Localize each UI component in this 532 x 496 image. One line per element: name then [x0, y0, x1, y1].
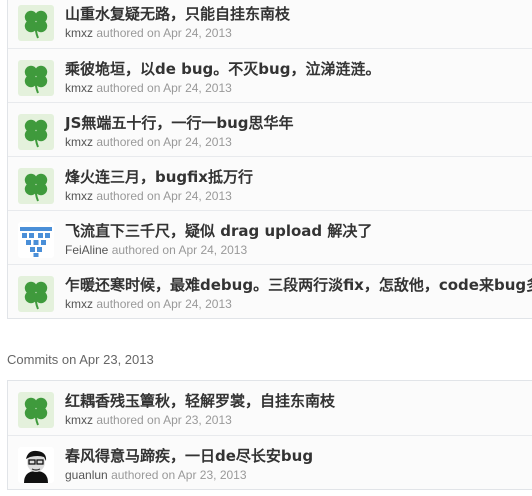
commits-date-heading: Commits on Apr 23, 2013 — [7, 352, 154, 367]
commit-meta: kmxz authored on Apr 24, 2013 — [65, 26, 232, 40]
commit-verb: authored on — [96, 135, 161, 149]
commit-author-link[interactable]: kmxz — [65, 26, 93, 40]
commit-row[interactable]: 烽火连三月，bugfix抵万行 kmxz authored on Apr 24, … — [8, 156, 532, 210]
commit-row[interactable]: JS無端五十行，一行一bug思华年 kmxz authored on Apr 24… — [8, 102, 532, 156]
clover-avatar[interactable] — [18, 392, 54, 428]
commit-row[interactable]: 乍暖还寒时候，最难debug。三段两行淡fix，怎敌他，code来bug多！ km… — [8, 264, 532, 318]
commit-message-link[interactable]: 乘彼垝垣，以de bug。不灭bug，泣涕涟涟。 — [65, 58, 380, 79]
identicon-avatar[interactable] — [18, 222, 54, 258]
clover-avatar[interactable] — [18, 168, 54, 204]
commit-author-link[interactable]: guanlun — [65, 468, 108, 482]
commit-verb: authored on — [96, 413, 161, 427]
commit-message-link[interactable]: 春风得意马蹄疾，一日de尽长安bug — [65, 445, 313, 466]
commit-meta: kmxz authored on Apr 24, 2013 — [65, 297, 232, 311]
commit-date: Apr 24, 2013 — [163, 26, 232, 40]
clover-avatar[interactable] — [18, 60, 54, 96]
commit-author-link[interactable]: kmxz — [65, 81, 93, 95]
commit-row[interactable]: 飞流直下三千尺，疑似 drag upload 解决了 FeiAline autho… — [8, 210, 532, 264]
heading-date: Apr 23, 2013 — [79, 352, 154, 367]
commit-row[interactable]: 红耦香残玉簟秋，轻解罗裳，自挂东南枝 kmxz authored on Apr 2… — [8, 381, 532, 435]
commit-meta: kmxz authored on Apr 23, 2013 — [65, 413, 232, 427]
commit-verb: authored on — [96, 297, 161, 311]
commit-author-link[interactable]: kmxz — [65, 189, 93, 203]
commit-row[interactable]: 山重水复疑无路，只能自挂东南枝 kmxz authored on Apr 24, … — [8, 0, 532, 48]
commit-verb: authored on — [111, 468, 176, 482]
commit-message-link[interactable]: JS無端五十行，一行一bug思华年 — [65, 112, 294, 133]
commit-author-link[interactable]: kmxz — [65, 135, 93, 149]
commit-verb: authored on — [96, 81, 161, 95]
commit-date: Apr 23, 2013 — [177, 468, 247, 482]
commit-message-link[interactable]: 山重水复疑无路，只能自挂东南枝 — [65, 3, 290, 24]
commit-date: Apr 24, 2013 — [163, 135, 232, 149]
commit-meta: guanlun authored on Apr 23, 2013 — [65, 468, 247, 482]
commit-verb: authored on — [96, 189, 161, 203]
commit-message-link[interactable]: 飞流直下三千尺，疑似 drag upload 解决了 — [65, 220, 372, 241]
commit-meta: FeiAline authored on Apr 24, 2013 — [65, 243, 247, 257]
commit-date: Apr 24, 2013 — [178, 243, 248, 257]
clover-avatar[interactable] — [18, 5, 54, 41]
commit-author-link[interactable]: FeiAline — [65, 243, 108, 257]
commit-group-apr-24: 山重水复疑无路，只能自挂东南枝 kmxz authored on Apr 24, … — [7, 0, 532, 319]
commit-date: Apr 23, 2013 — [163, 413, 232, 427]
clover-avatar[interactable] — [18, 276, 54, 312]
commit-date: Apr 24, 2013 — [163, 297, 232, 311]
commit-meta: kmxz authored on Apr 24, 2013 — [65, 189, 232, 203]
commit-group-apr-23: 红耦香残玉簟秋，轻解罗裳，自挂东南枝 kmxz authored on Apr 2… — [7, 380, 532, 490]
heading-prefix: Commits on — [7, 352, 77, 367]
commit-verb: authored on — [111, 243, 176, 257]
commit-message-link[interactable]: 烽火连三月，bugfix抵万行 — [65, 166, 253, 187]
commit-date: Apr 24, 2013 — [163, 81, 232, 95]
commit-verb: authored on — [96, 26, 161, 40]
commit-row[interactable]: 春风得意马蹄疾，一日de尽长安bug guanlun authored on Ap… — [8, 435, 532, 489]
commit-author-link[interactable]: kmxz — [65, 297, 93, 311]
commit-meta: kmxz authored on Apr 24, 2013 — [65, 81, 232, 95]
photo-avatar[interactable] — [18, 447, 54, 483]
commit-date: Apr 24, 2013 — [163, 189, 232, 203]
commit-author-link[interactable]: kmxz — [65, 413, 93, 427]
commit-message-link[interactable]: 乍暖还寒时候，最难debug。三段两行淡fix，怎敌他，code来bug多！ — [65, 274, 532, 295]
commit-message-link[interactable]: 红耦香残玉簟秋，轻解罗裳，自挂东南枝 — [65, 390, 335, 411]
commit-row[interactable]: 乘彼垝垣，以de bug。不灭bug，泣涕涟涟。 kmxz authored on… — [8, 48, 532, 102]
clover-avatar[interactable] — [18, 114, 54, 150]
commit-meta: kmxz authored on Apr 24, 2013 — [65, 135, 232, 149]
